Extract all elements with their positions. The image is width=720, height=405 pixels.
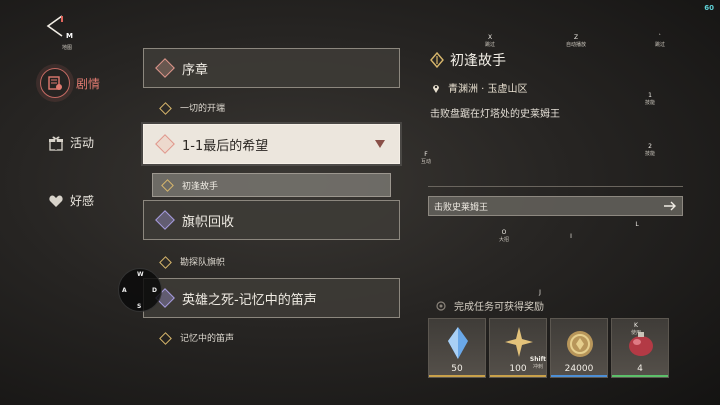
quest-item-label: 记忆中的笛声 (180, 334, 235, 344)
heart-icon (49, 194, 63, 207)
reward-header: 完成任务可获得奖励 (436, 298, 544, 313)
reward-count: 50 (451, 364, 463, 374)
key-hint-j: J (539, 289, 541, 296)
map-button[interactable]: M 地图 (44, 14, 74, 52)
joystick-w: W (137, 271, 144, 278)
key-hint-o: O 大招 (498, 229, 509, 243)
chapter-title: 旗帜回收 (182, 214, 235, 230)
map-label: 地图 (62, 45, 73, 51)
quest-marker-icon (160, 332, 170, 344)
joystick-d: D (152, 287, 157, 294)
reward-count: 4 (637, 364, 643, 374)
arrow-right-icon (664, 201, 676, 211)
key-hint-2: 2 技能 (644, 143, 655, 157)
objective-text: 击败史莱姆王 (434, 202, 489, 213)
map-key-hint: M (66, 32, 73, 40)
rarity-bar (429, 375, 485, 377)
key-hint-f: F 互动 (420, 151, 431, 165)
chevron-down-icon (375, 140, 385, 148)
rarity-bar (612, 375, 668, 377)
quest-marker-icon (430, 52, 444, 68)
nav-affection-label: 好感 (70, 194, 95, 208)
blue-crystal-icon (448, 327, 468, 359)
location-pin-icon (433, 84, 439, 93)
chapter-diamond-icon (155, 134, 175, 154)
quest-description: 击败盘踞在灯塔处的史莱姆王 (430, 109, 560, 120)
key-hint-l: L (635, 221, 639, 228)
chapter-title: 序章 (182, 62, 209, 78)
objective-row[interactable]: 击败史莱姆王 (428, 196, 683, 216)
quest-item[interactable]: 一切的开端 (160, 101, 225, 114)
reward-header-text: 完成任务可获得奖励 (454, 302, 544, 313)
quest-location-text: 青渊洲 · 玉虚山区 (448, 84, 528, 95)
chapter-flag-recovery[interactable]: 旗帜回收 (143, 200, 400, 240)
key-hint-x: X 跳过 (484, 34, 495, 48)
nav-events[interactable]: 活动 (48, 134, 94, 151)
reward-circle-icon (436, 300, 446, 311)
nav-events-label: 活动 (70, 136, 95, 150)
nav-story-label: 剧情 (76, 76, 101, 91)
quest-marker-icon (160, 256, 170, 268)
quest-marker-icon (162, 179, 172, 191)
quest-title-text: 初逢故手 (450, 53, 506, 69)
quest-location: 青渊洲 · 玉虚山区 (432, 80, 528, 95)
key-hint-k: K 使用 (630, 322, 641, 336)
key-hint-dot: ` 跳过 (654, 34, 665, 48)
joystick-a: A (122, 287, 127, 294)
story-icon (40, 68, 70, 98)
chapter-title: 英雄之死-记忆中的笛声 (182, 292, 317, 308)
quest-item[interactable]: 记忆中的笛声 (160, 331, 234, 344)
nav-affection[interactable]: 好感 (48, 192, 94, 209)
reward-count: 24000 (564, 364, 594, 374)
nav-story[interactable]: 剧情 (40, 68, 100, 98)
chapter-title: 1-1最后的希望 (182, 138, 269, 154)
reward-item[interactable]: 50 (428, 318, 486, 378)
gold-coin-icon (567, 331, 593, 357)
gold-star-icon (505, 327, 533, 357)
chapter-diamond-icon (155, 58, 175, 78)
chapter-diamond-icon (155, 210, 175, 230)
quest-item-current[interactable]: 初逢故手 (152, 173, 391, 197)
key-hint-shift: Shift 冲刺 (529, 356, 547, 370)
back-arrow-icon (46, 15, 63, 37)
quest-item-label: 初逢故手 (182, 181, 219, 192)
chapter-prologue[interactable]: 序章 (143, 48, 400, 88)
chapter-hero-death[interactable]: 英雄之死-记忆中的笛声 (143, 278, 400, 318)
joystick-s: S (137, 303, 142, 310)
rarity-bar (551, 375, 607, 377)
key-hint-i: I (570, 233, 572, 240)
quest-item-label: 一切的开端 (180, 104, 226, 114)
chapter-1-1[interactable]: 1-1最后的希望 (143, 124, 400, 164)
key-hint-z: Z 自动播放 (565, 34, 586, 48)
fps-counter: 60 (704, 4, 714, 12)
divider (428, 186, 683, 187)
key-hint-1: 1 技能 (644, 92, 655, 106)
reward-item[interactable]: 24000 (550, 318, 608, 378)
quest-item[interactable]: 勘探队旗帜 (160, 255, 225, 268)
movement-joystick[interactable]: W A S D (118, 268, 162, 312)
rarity-bar (490, 375, 546, 377)
quest-item-label: 勘探队旗帜 (180, 258, 226, 268)
quest-marker-icon (160, 102, 170, 114)
gift-icon (49, 135, 63, 151)
quest-title: 初逢故手 (430, 50, 506, 70)
